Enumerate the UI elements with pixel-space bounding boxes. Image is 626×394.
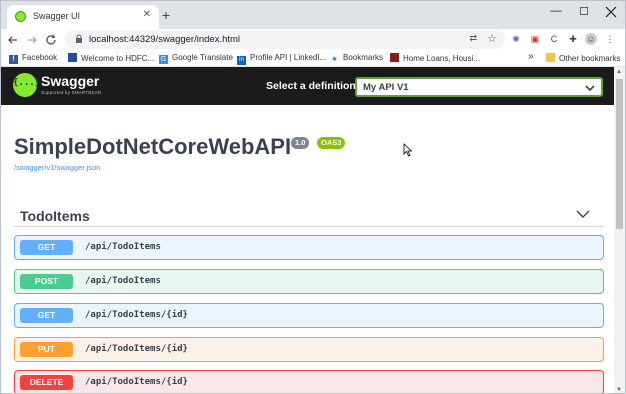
operation-row[interactable]: POST /api/TodoItems <box>14 269 604 294</box>
linkedin-icon: in <box>237 56 246 65</box>
new-tab-button[interactable]: + <box>159 7 173 23</box>
bookmarks-bar: f Facebook Welcome to HDFC... G Google Tra… <box>1 51 625 67</box>
profile-avatar-icon[interactable]: ☺ <box>585 33 597 45</box>
bookmark-item[interactable]: Welcome to HDFC... <box>68 53 154 63</box>
tab-title: Swagger UI <box>33 11 81 21</box>
operation-row[interactable]: GET /api/TodoItems <box>14 235 604 260</box>
method-badge: GET <box>20 308 73 323</box>
scroll-up-icon[interactable]: ▲ <box>616 69 622 75</box>
mouse-cursor-icon <box>403 143 413 157</box>
lock-icon <box>76 34 82 43</box>
chevron-down-icon[interactable] <box>576 209 590 219</box>
bookmark-item[interactable]: in Profile API | LinkedI... <box>237 53 326 65</box>
browser-tab[interactable]: Swagger UI ✕ <box>7 5 159 29</box>
oas-badge: OAS3 <box>317 137 346 149</box>
operation-row[interactable]: PUT /api/TodoItems/{id} <box>14 337 604 362</box>
tab-strip: Swagger UI ✕ + — ☐ <box>1 1 625 29</box>
swagger-favicon-icon <box>15 11 26 22</box>
operation-row[interactable]: GET /api/TodoItems/{id} <box>14 303 604 328</box>
browser-window: Swagger UI ✕ + — ☐ localhost:44329/swagg… <box>0 0 626 394</box>
method-badge: POST <box>20 274 73 289</box>
definition-value: My API V1 <box>363 82 409 93</box>
swagger-page: {...} Swagger Supported by SMARTBEAR Sel… <box>1 67 615 393</box>
swagger-brand[interactable]: Swagger <box>41 73 99 89</box>
definition-label: Select a definition <box>266 80 356 92</box>
home-loans-icon <box>390 53 399 62</box>
menu-kebab-icon[interactable]: ⋮ <box>604 33 616 45</box>
translate-icon: G <box>159 55 168 64</box>
scrollbar-thumb[interactable] <box>616 79 623 229</box>
browser-toolbar: localhost:44329/swagger/index.html ⇄ ☆ ✺… <box>1 29 625 51</box>
bookmark-item[interactable]: Other bookmarks <box>546 53 620 63</box>
bookmark-item[interactable]: G Google Translate <box>159 53 233 64</box>
bookmark-item[interactable]: f Facebook <box>9 53 57 64</box>
page-scrollbar[interactable]: ▲ ▼ <box>614 67 625 393</box>
spec-url-link[interactable]: /swagger/v1/swagger.json <box>14 163 100 172</box>
method-badge: DELETE <box>20 375 73 390</box>
maximize-button[interactable]: ☐ <box>577 5 591 18</box>
extension-icon[interactable]: ▣ <box>529 33 541 45</box>
definition-select[interactable]: My API V1 <box>355 77 603 97</box>
facebook-icon: f <box>9 55 18 64</box>
method-badge: PUT <box>20 342 73 357</box>
version-badge: 1.0 <box>291 137 310 149</box>
chevron-down-icon <box>585 85 595 92</box>
translate-page-icon[interactable]: ⇄ <box>469 33 477 44</box>
window-close-icon[interactable] <box>600 2 622 22</box>
bookmark-star-icon[interactable]: ☆ <box>487 32 497 45</box>
bookmarks-overflow-icon[interactable]: » <box>528 51 534 62</box>
operation-row[interactable]: DELETE /api/TodoItems/{id} <box>14 370 604 393</box>
address-bar[interactable]: localhost:44329/swagger/index.html ⇄ ☆ <box>65 30 505 49</box>
minimize-button[interactable]: — <box>549 5 563 17</box>
extensions-puzzle-icon[interactable]: ✚ <box>567 33 579 45</box>
operation-path: /api/TodoItems/{id} <box>85 377 188 387</box>
swagger-topbar: {...} Swagger Supported by SMARTBEAR Sel… <box>1 67 615 105</box>
forward-icon[interactable] <box>26 34 38 46</box>
extension-icon[interactable]: C <box>548 33 560 45</box>
reload-icon[interactable] <box>45 34 57 46</box>
operation-path: /api/TodoItems/{id} <box>85 344 188 354</box>
star-icon: ★ <box>331 56 338 63</box>
tag-name: TodoItems <box>20 208 90 224</box>
swagger-logo-icon[interactable]: {...} <box>13 73 40 97</box>
bookmark-item[interactable]: Home Loans, Housi... <box>390 53 480 63</box>
extension-icon[interactable]: ✺ <box>510 33 522 45</box>
operation-path: /api/TodoItems/{id} <box>85 310 188 320</box>
scroll-down-icon[interactable]: ▼ <box>616 387 622 393</box>
url-text: localhost:44329/swagger/index.html <box>89 34 241 45</box>
swagger-brand-sub: Supported by SMARTBEAR <box>41 90 102 95</box>
method-badge: GET <box>20 240 73 255</box>
operation-path: /api/TodoItems <box>85 276 161 286</box>
tag-section-header[interactable]: TodoItems <box>14 205 604 227</box>
back-icon[interactable] <box>7 34 19 46</box>
tab-close-icon[interactable]: ✕ <box>143 9 151 20</box>
folder-icon <box>546 53 555 62</box>
operation-path: /api/TodoItems <box>85 242 161 252</box>
hdfc-icon <box>68 53 77 62</box>
api-title: SimpleDotNetCoreWebAPI <box>14 134 292 159</box>
bookmark-item[interactable]: ★ Bookmarks <box>330 53 383 64</box>
